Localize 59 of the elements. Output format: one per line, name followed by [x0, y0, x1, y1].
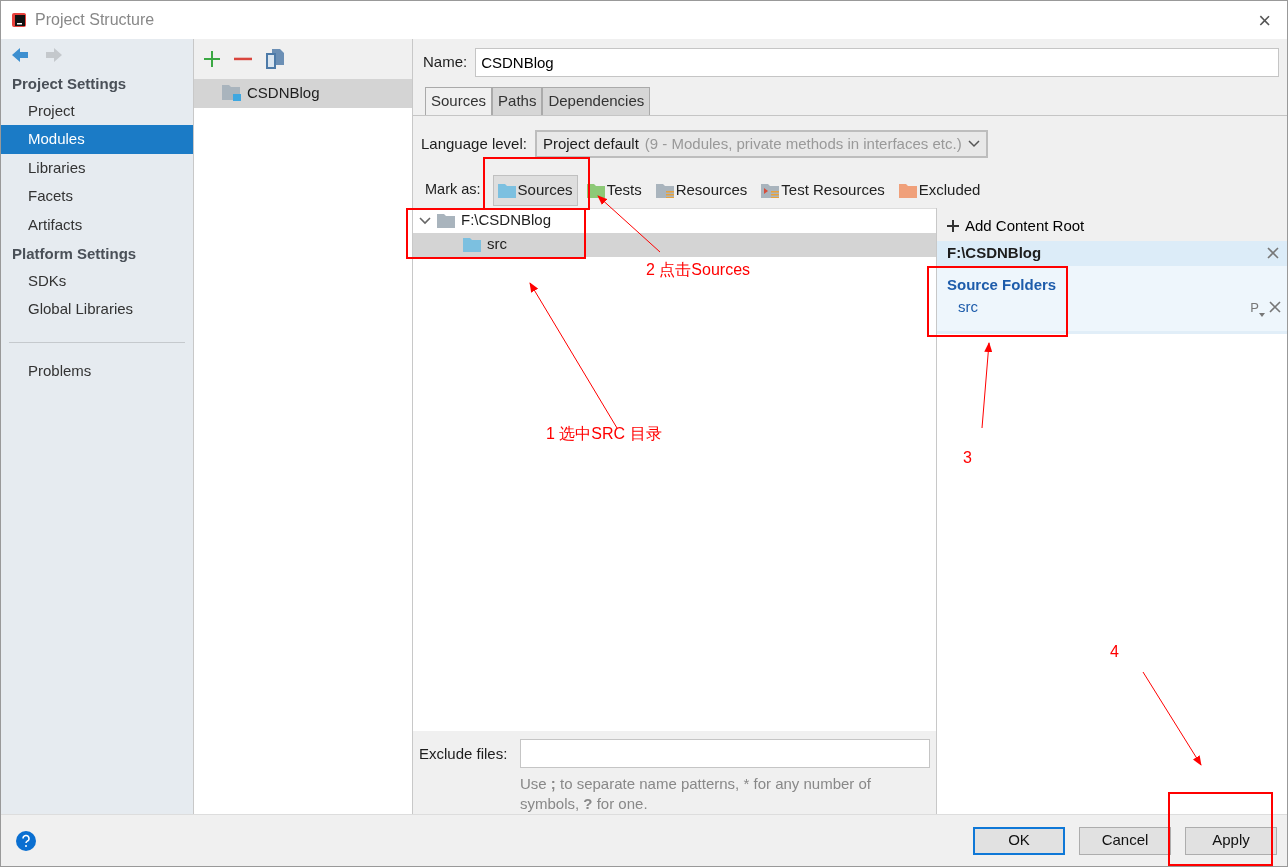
- close-icon: [1267, 247, 1279, 260]
- tree-row[interactable]: F:\CSDNBlog: [413, 208, 936, 233]
- package-prefix-button[interactable]: P: [1250, 297, 1265, 317]
- annotation-label: 3: [963, 448, 972, 468]
- sidebar-item[interactable]: Libraries: [1, 153, 193, 182]
- name-field[interactable]: CSDNBlog: [475, 48, 1279, 77]
- copy-icon[interactable]: [266, 49, 284, 69]
- dialog-button[interactable]: OK: [973, 826, 1065, 855]
- sidebar-item[interactable]: Problems: [1, 356, 193, 385]
- annotation-label: 1 选中SRC 目录: [546, 424, 662, 444]
- dialog-button[interactable]: Apply: [1185, 826, 1277, 855]
- field-label: Mark as:: [425, 180, 481, 200]
- dialog-button[interactable]: Cancel: [1079, 826, 1171, 855]
- module-item[interactable]: CSDNBlog: [194, 79, 412, 108]
- sidebar-item[interactable]: Modules: [1, 125, 193, 154]
- help-icon[interactable]: [15, 829, 37, 852]
- app-icon: [11, 12, 27, 28]
- section-heading: Platform Settings: [11, 244, 138, 264]
- field-label: Language level:: [421, 133, 527, 154]
- section-heading: Project Settings: [11, 74, 128, 94]
- close-icon: [1269, 301, 1281, 314]
- content-root-path: F:\CSDNBlog: [947, 243, 1042, 263]
- sidebar-item[interactable]: Facets: [1, 182, 193, 211]
- chevron-down-icon: [967, 139, 980, 148]
- caret-icon: [1259, 313, 1265, 317]
- chevron-icon[interactable]: [419, 216, 431, 225]
- tab[interactable]: Paths: [492, 87, 543, 115]
- sidebar-item[interactable]: SDKs: [1, 266, 193, 295]
- annotation-label: 2 点击Sources: [646, 260, 751, 280]
- field-label: Name:: [423, 52, 468, 73]
- sidebar-item[interactable]: Global Libraries: [1, 295, 193, 324]
- arrow: [597, 195, 661, 253]
- exclude-files-field[interactable]: [520, 739, 930, 768]
- mark-as-button[interactable]: Tests: [581, 175, 647, 206]
- remove-icon[interactable]: [234, 57, 252, 61]
- annotation-label: 4: [1110, 642, 1119, 662]
- section-heading: Source Folders: [947, 274, 1058, 295]
- back-arrow-icon[interactable]: [11, 47, 29, 63]
- tree-row[interactable]: src: [413, 232, 936, 257]
- plus-icon: [947, 219, 959, 232]
- mark-as-button[interactable]: Resources: [650, 175, 753, 206]
- window-title: Project Structure: [35, 10, 155, 30]
- language-level-dropdown[interactable]: Project default (9 - Modules, private methods in interfaces etc.): [534, 129, 988, 158]
- remove-button[interactable]: [1269, 301, 1281, 314]
- close-button[interactable]: ×: [1252, 3, 1277, 37]
- field-label: Exclude files:: [419, 744, 509, 764]
- mark-as-button[interactable]: Sources: [492, 175, 578, 206]
- tab[interactable]: Sources: [425, 87, 493, 115]
- sidebar-item[interactable]: Artifacts: [1, 210, 193, 239]
- add-icon[interactable]: [204, 51, 220, 67]
- close-button[interactable]: [1267, 247, 1279, 260]
- mark-as-button[interactable]: Test Resources: [756, 175, 890, 206]
- mark-as-button[interactable]: Excluded: [893, 175, 986, 206]
- source-folder: src: [958, 297, 978, 317]
- module-folder-icon: [222, 85, 242, 102]
- tab[interactable]: Dependencies: [542, 87, 651, 115]
- sidebar-item[interactable]: Project: [1, 96, 193, 125]
- hint-text: Use ; to separate name patterns, * for any number of symbols, ? for one.: [520, 774, 873, 814]
- add-content-root-link[interactable]: Add Content Root: [937, 207, 1287, 241]
